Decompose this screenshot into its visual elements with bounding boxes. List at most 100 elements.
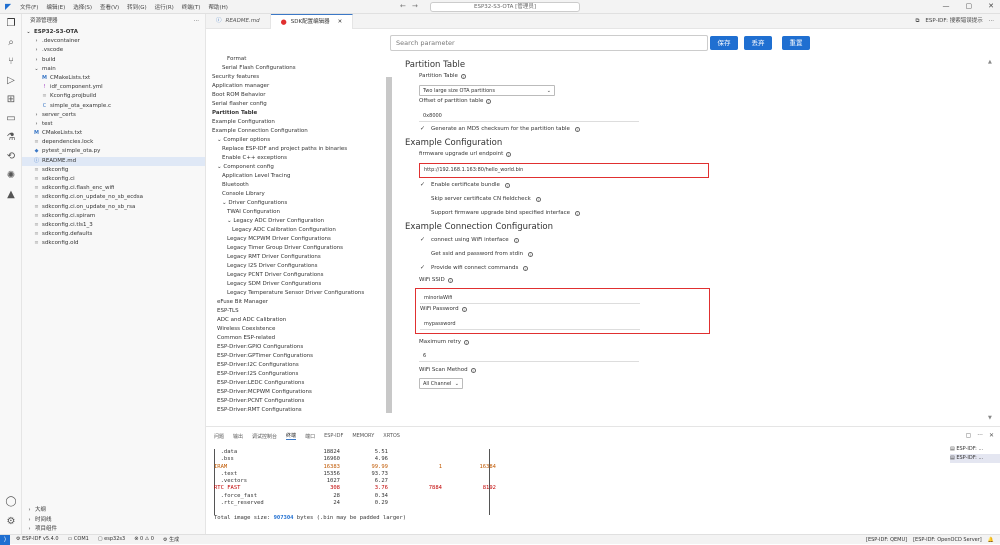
config-nav-item[interactable]: Example Configuration xyxy=(212,118,387,127)
tree-file[interactable]: ≡ sdkconfig.old xyxy=(22,239,205,248)
config-nav-item[interactable]: Serial Flash Configurations xyxy=(212,64,387,73)
more-actions-icon[interactable]: ··· xyxy=(194,14,199,28)
remote-explorer-icon[interactable]: ▭ xyxy=(0,109,22,128)
tree-file[interactable]: ≡ sdkconfig xyxy=(22,166,205,175)
esp-idf-hint-button[interactable]: ESP-IDF: 搜索错误提示 xyxy=(925,14,982,29)
config-nav-item[interactable]: Application Level Tracing xyxy=(212,172,387,181)
outline-section[interactable]: › 大纲 xyxy=(22,506,206,515)
project-components-section[interactable]: › 项目组件 xyxy=(22,525,206,534)
config-nav-item[interactable]: Boot ROM Behavior xyxy=(212,91,387,100)
tree-folder[interactable]: ⌄ main xyxy=(22,65,205,74)
save-button[interactable]: 保存 xyxy=(710,36,738,50)
config-nav-item[interactable]: ⌄ Legacy ADC Driver Configuration xyxy=(212,217,387,226)
md5-checkbox-row[interactable]: ✓ Generate an MD5 checksum for the parti… xyxy=(405,122,965,136)
minimize-button[interactable]: — xyxy=(943,2,950,10)
scan-method-select[interactable]: All Channel ⌄ xyxy=(419,378,463,389)
config-nav-item[interactable]: ESP-Driver:RMT Configurations xyxy=(212,406,387,415)
status-port[interactable]: ▭ COM1 xyxy=(68,536,89,543)
config-nav-item[interactable]: ESP-Driver:LEDC Configurations xyxy=(212,379,387,388)
retry-input[interactable]: 6 xyxy=(419,350,639,362)
config-nav-item[interactable]: Example Connection Configuration xyxy=(212,127,387,136)
checkmark-icon[interactable]: ✓ xyxy=(419,261,426,275)
panel-tab-debug-console[interactable]: 调试控制台 xyxy=(252,433,277,440)
cert-bundle-row[interactable]: ✓ Enable certificate bundle i xyxy=(405,178,965,192)
tab-close-icon[interactable]: ✕ xyxy=(338,15,343,30)
password-input[interactable]: mypassword xyxy=(420,318,640,330)
panel-tab-memory[interactable]: MEMORY xyxy=(352,433,374,439)
menu-view[interactable]: 查看(V) xyxy=(100,3,119,11)
editor-more-icon[interactable]: ··· xyxy=(989,14,994,29)
config-nav-item[interactable]: Legacy Temperature Sensor Driver Configu… xyxy=(212,289,387,298)
config-nav-item[interactable]: ESP-Driver:I2C Configurations xyxy=(212,361,387,370)
testing-flask-icon[interactable]: ✺ xyxy=(0,166,22,185)
config-nav-item[interactable]: ESP-Driver:MCPWM Configurations xyxy=(212,388,387,397)
config-nav-item[interactable]: ⌄ Compiler options xyxy=(212,136,387,145)
tree-file[interactable]: M CMakeLists.txt xyxy=(22,74,205,83)
config-nav-item[interactable]: Bluetooth xyxy=(212,181,387,190)
status-idf-version[interactable]: ⚙ ESP-IDF v5.4.0 xyxy=(16,536,59,543)
offset-input[interactable]: 0x8000 xyxy=(419,110,639,122)
config-nav-item[interactable]: Application manager xyxy=(212,82,387,91)
connect-commands-row[interactable]: ✓ Provide wifi connect commands i xyxy=(405,261,965,275)
discard-button[interactable]: 丢弃 xyxy=(744,36,772,50)
config-nav-item[interactable]: Legacy I2S Driver Configurations xyxy=(212,262,387,271)
panel-tab-xrtos[interactable]: XRTOS xyxy=(383,433,400,439)
panel-tab-terminal[interactable]: 终端 xyxy=(286,432,297,440)
menu-go[interactable]: 转到(G) xyxy=(127,3,147,11)
config-nav-item[interactable]: Legacy MCPWM Driver Configurations xyxy=(212,235,387,244)
tree-folder[interactable]: › build xyxy=(22,56,205,65)
config-nav-item[interactable]: Partition Table xyxy=(212,109,387,118)
esp-idf-icon[interactable]: ⟲ xyxy=(0,147,22,166)
checkmark-icon[interactable]: ✓ xyxy=(419,122,426,136)
account-icon[interactable]: ◯ xyxy=(0,492,22,511)
maximize-button[interactable]: ▢ xyxy=(966,2,973,10)
tree-folder[interactable]: › .vscode xyxy=(22,46,205,55)
remote-indicator-icon[interactable]: ⟩ xyxy=(0,534,10,545)
search-parameter-input[interactable]: Search parameter xyxy=(390,35,708,51)
panel-maximize-icon[interactable]: ▢ xyxy=(966,432,972,439)
config-nav-item[interactable]: ESP-Driver:PCNT Configurations xyxy=(212,397,387,406)
status-problems[interactable]: ⊗ 0 ⚠ 0 xyxy=(134,536,154,543)
config-nav-item[interactable]: eFuse Bit Manager xyxy=(212,298,387,307)
tree-file[interactable]: ≡ sdkconfig.ci.on_update_no_sb_ecdsa xyxy=(22,193,205,202)
tree-file[interactable]: ⓘ README.md xyxy=(22,156,205,166)
test-icon[interactable]: ⚗ xyxy=(0,128,22,147)
tree-file[interactable]: M CMakeLists.txt xyxy=(22,129,205,138)
config-nav-item[interactable]: Serial flasher config xyxy=(212,100,387,109)
tree-folder[interactable]: › server_certs xyxy=(22,111,205,120)
config-nav-item[interactable]: Legacy RMT Driver Configurations xyxy=(212,253,387,262)
status-target[interactable]: ▢ esp32s3 xyxy=(98,536,125,543)
tree-file[interactable]: ≡ sdkconfig.ci xyxy=(22,175,205,184)
notifications-icon[interactable]: 🔔 xyxy=(988,537,994,543)
menu-selection[interactable]: 选择(S) xyxy=(73,3,92,11)
terminal-list-item[interactable]: ▤ ESP-IDF: ... xyxy=(950,445,1000,454)
tree-folder[interactable]: › .devcontainer xyxy=(22,37,205,46)
tree-file[interactable]: ≡ sdkconfig.ci.flash_enc_wifi xyxy=(22,184,205,193)
nav-forward-icon[interactable]: → xyxy=(412,2,418,10)
menu-run[interactable]: 运行(R) xyxy=(155,3,174,11)
menu-file[interactable]: 文件(F) xyxy=(20,3,38,11)
config-nav-item[interactable]: ESP-Driver:GPIO Configurations xyxy=(212,343,387,352)
config-nav-item[interactable]: Legacy PCNT Driver Configurations xyxy=(212,271,387,280)
config-nav-item[interactable]: Replace ESP-IDF and project paths in bin… xyxy=(212,145,387,154)
files-icon[interactable]: ❐ xyxy=(0,14,22,33)
config-nav-item[interactable]: Console Library xyxy=(212,190,387,199)
close-button[interactable]: ✕ xyxy=(988,2,994,10)
tree-folder[interactable]: › test xyxy=(22,120,205,129)
panel-more-icon[interactable]: ··· xyxy=(977,432,983,439)
terminal-list-item[interactable]: ▤ ESP-IDF: ... xyxy=(950,454,1000,463)
config-nav-item[interactable]: ESP-Driver:GPTimer Configurations xyxy=(212,352,387,361)
config-nav-item[interactable]: ESP-TLS xyxy=(212,307,387,316)
tree-file[interactable]: ≡ sdkconfig.ci.spiram xyxy=(22,212,205,221)
config-nav-item[interactable]: Enable C++ exceptions xyxy=(212,154,387,163)
config-nav-item[interactable]: Legacy ADC Calibration Configuration xyxy=(212,226,387,235)
config-nav-item[interactable]: Wireless Coexistence xyxy=(212,325,387,334)
panel-tab-ports[interactable]: 端口 xyxy=(305,433,315,440)
tree-file[interactable]: ≡ sdkconfig.ci.on_update_no_sb_rsa xyxy=(22,203,205,212)
status-qemu[interactable]: [ESP-IDF: QEMU] xyxy=(866,537,907,543)
tree-file[interactable]: ≡ sdkconfig.defaults xyxy=(22,230,205,239)
tab-readme[interactable]: ⓘ README.md xyxy=(206,14,271,29)
command-center-search[interactable]: ESP32-S3-OTA [管理员] xyxy=(430,2,580,12)
config-nav-item[interactable]: Legacy SDM Driver Configurations xyxy=(212,280,387,289)
config-nav-item[interactable]: ⌄ Driver Configurations xyxy=(212,199,387,208)
